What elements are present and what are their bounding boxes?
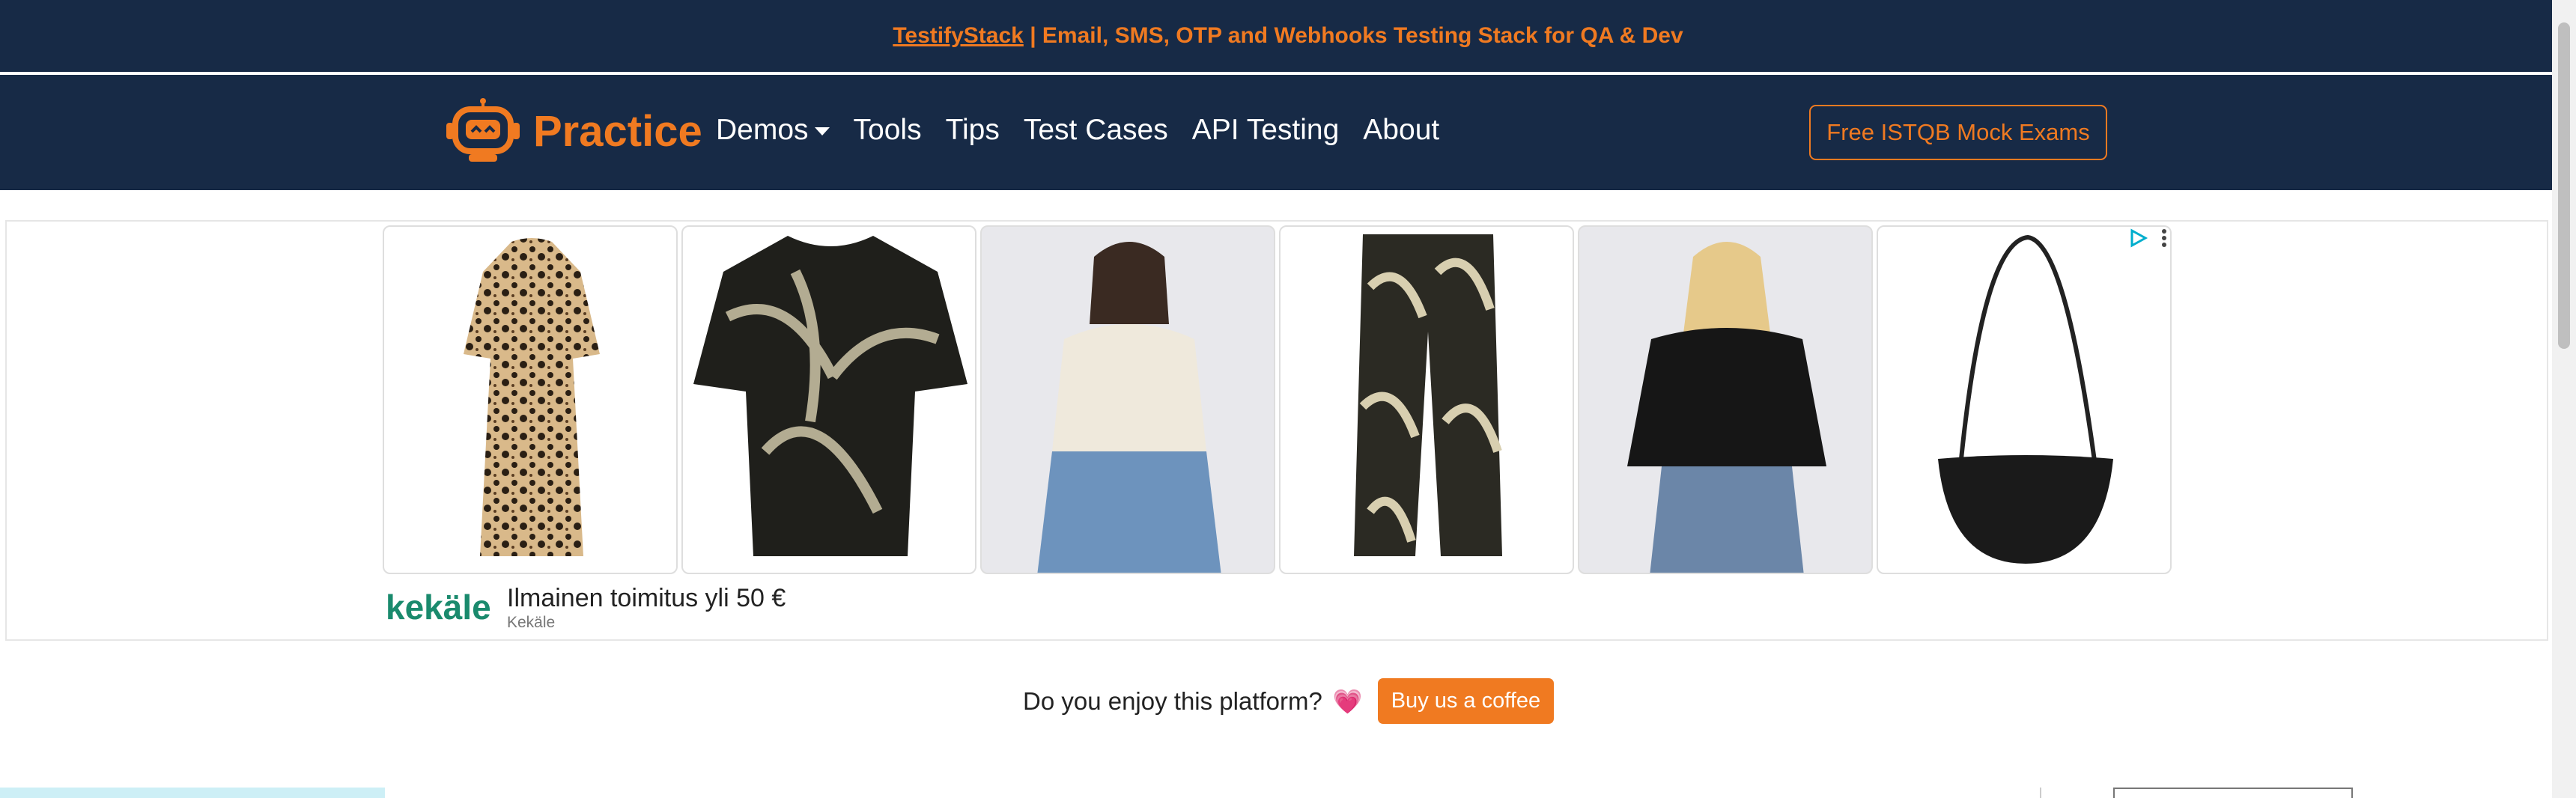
black-sweater-model-image — [1627, 242, 1826, 573]
main-nav: Demos Tools Tips Test Cases API Testing … — [716, 114, 1439, 147]
brand-link[interactable]: Practice — [443, 97, 702, 165]
robot-logo-icon — [446, 98, 520, 162]
testifystack-link[interactable]: TestifyStack — [893, 23, 1024, 49]
istqb-mock-exams-button[interactable]: Free ISTQB Mock Exams — [1809, 105, 2107, 160]
nav-api-testing[interactable]: API Testing — [1192, 114, 1340, 147]
navbar: Practice Demos Tools Tips Test Cases API… — [0, 75, 2576, 190]
scrollbar-thumb[interactable] — [2558, 22, 2570, 349]
ad-choices[interactable] — [2127, 228, 2168, 249]
nav-demos[interactable]: Demos — [716, 114, 830, 147]
leopard-dress-image — [464, 238, 600, 556]
bottom-ad-left[interactable] — [0, 788, 385, 798]
caret-down-icon — [814, 127, 830, 136]
product-tile-palm-trousers[interactable] — [1279, 225, 1574, 574]
announcement-bar: TestifyStack | Email, SMS, OTP and Webho… — [0, 0, 2576, 72]
palm-print-trousers-image — [1354, 234, 1502, 556]
nav-demos-label: Demos — [716, 114, 809, 146]
product-tile-black-sweater[interactable] — [1578, 225, 1873, 574]
bottom-ad-right[interactable] — [2113, 788, 2353, 798]
more-options-icon — [2162, 229, 2166, 247]
product-tile-crossbody-bag[interactable] — [1877, 225, 2172, 574]
product-tile-leopard-dress[interactable] — [383, 225, 678, 574]
announcement-text: | Email, SMS, OTP and Webhooks Testing S… — [1023, 23, 1683, 48]
ad-advertiser-name: Kekäle — [507, 614, 556, 631]
black-bag-image — [1938, 234, 2113, 564]
nav-test-cases[interactable]: Test Cases — [1024, 114, 1168, 147]
ad-headline[interactable]: Ilmainen toimitus yli 50 € — [507, 584, 786, 613]
palm-print-top-image — [693, 236, 967, 556]
brand-name: Practice — [533, 106, 702, 156]
cream-sweater-model-image — [1037, 242, 1221, 573]
heart-icon: 💗 — [1332, 687, 1363, 715]
buy-coffee-button[interactable]: Buy us a coffee — [1377, 678, 1555, 724]
nav-tips[interactable]: Tips — [946, 114, 1000, 147]
nav-about[interactable]: About — [1363, 114, 1439, 147]
nav-tools[interactable]: Tools — [854, 114, 922, 147]
support-question: Do you enjoy this platform? — [1023, 686, 1322, 715]
adchoices-icon — [2130, 228, 2148, 248]
advertiser-logo[interactable]: kekäle — [386, 587, 491, 627]
advertisement[interactable]: kekäle Ilmainen toimitus yli 50 € Kekäle — [5, 220, 2548, 641]
product-tile-knit-sweater[interactable] — [980, 225, 1275, 574]
vertical-scrollbar[interactable] — [2552, 0, 2576, 798]
product-tile-palm-top[interactable] — [681, 225, 976, 574]
support-section: Do you enjoy this platform? 💗 Buy us a c… — [1023, 678, 1555, 724]
divider — [2040, 788, 2041, 798]
